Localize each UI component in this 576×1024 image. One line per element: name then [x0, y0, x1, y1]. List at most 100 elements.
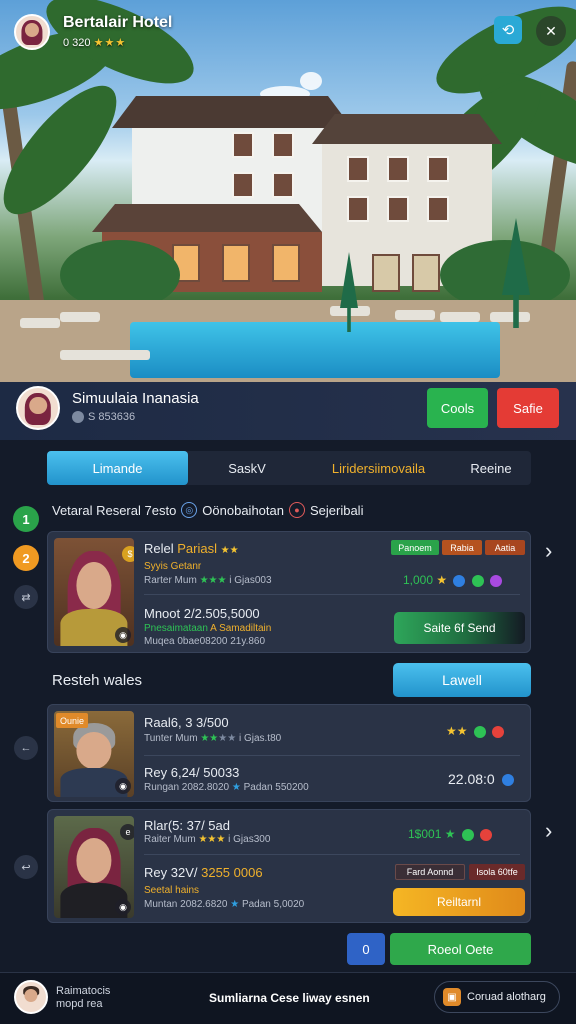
price-star: ★: [436, 573, 448, 587]
tab-saskv[interactable]: SaskV: [188, 451, 306, 485]
porch-roof: [92, 204, 322, 232]
share-icon[interactable]: ⟲: [494, 16, 522, 44]
section-link-1[interactable]: Oönobaihotan: [202, 503, 284, 518]
sub-stars-dim: ★★: [218, 733, 237, 744]
lit-window: [222, 244, 250, 282]
hotel-avatar[interactable]: [14, 14, 50, 50]
window: [347, 196, 369, 222]
sub2-stars: ★★★: [199, 575, 227, 586]
card2-sub: Tunter Mum ★★★★ i Gjas.t80: [144, 733, 281, 744]
step-2-badge[interactable]: 2: [13, 545, 39, 571]
rating-stars: ★★★: [93, 37, 127, 49]
hotel-rating: 0 320 ★★★: [63, 36, 126, 49]
price-value: 1,000: [403, 573, 434, 587]
section-link-2[interactable]: Sejeribali: [310, 503, 363, 518]
tag-green: Panoem: [391, 540, 439, 555]
camera-icon[interactable]: ◉: [115, 627, 131, 643]
send-button[interactable]: Saite 6f Send: [394, 612, 525, 644]
window: [272, 132, 294, 158]
globe-icon: ◎: [181, 502, 198, 518]
chevron-right-icon[interactable]: ›: [545, 538, 552, 564]
avatar-face: [29, 396, 47, 415]
divider: [144, 594, 520, 595]
chip-2[interactable]: Isola 60tfe: [469, 864, 525, 880]
cloud: [300, 72, 322, 90]
sub-label: Tunter Mum: [144, 733, 198, 744]
listing-card-1[interactable]: ◉ $ Relel Pariasl ★★ Syyis Getanr Rarter…: [47, 531, 531, 653]
footer-left-line1: Raimatocis: [56, 985, 111, 997]
profile-avatar[interactable]: [16, 386, 60, 430]
sun-lounger: [490, 312, 530, 322]
line2-sub-a: Rungan 2082.8020: [144, 782, 230, 793]
card2-title: Raal6, 3 3/500: [144, 715, 229, 730]
section-title: Vetaral Reseral 7esto: [52, 502, 177, 518]
card-sub2: Rarter Mum ★★★ i Gjas003: [144, 575, 272, 586]
camera-icon[interactable]: ◉: [115, 778, 131, 794]
footer-avatar[interactable]: [14, 980, 48, 1014]
sub-extra: i Gjas300: [228, 834, 271, 845]
hero-image: Bertalair Hotel 0 320 ★★★ ⟲ ✕: [0, 0, 576, 382]
card2-rating: ★★: [446, 724, 505, 738]
hotel-name: Bertalair Hotel: [63, 14, 173, 31]
back-arrow-icon[interactable]: ←: [14, 736, 38, 760]
sub-stars: ★★: [200, 733, 219, 744]
divider: [144, 755, 520, 756]
divider: [144, 854, 520, 855]
more-icon[interactable]: ✕: [536, 16, 566, 46]
card3-price: 1$001 ★: [408, 827, 493, 841]
rental-button[interactable]: Reiltarnl: [393, 888, 525, 916]
section2-title: Resteh wales: [52, 672, 143, 689]
footer-bar: Raimatocis mopd rea Sumliarna Cese liway…: [0, 972, 576, 1024]
card3-title: Rlar(5: 37/ 5ad: [144, 818, 230, 833]
edit-icon[interactable]: e: [120, 824, 134, 840]
tab-reeine[interactable]: Reeine: [451, 451, 531, 485]
blue-dot-icon: [501, 774, 514, 787]
chevron-right-icon[interactable]: ›: [545, 818, 552, 844]
sub-stars: ★★★: [198, 834, 226, 845]
sun-lounger: [440, 312, 480, 322]
count-button[interactable]: 0: [347, 933, 385, 965]
tab-bar: Limande SaskV Liridersiimovaila Reeine: [47, 451, 531, 485]
profile-sub: S 853636: [72, 411, 135, 423]
line2-sub1a: Pnesaimataan: [144, 623, 208, 634]
green-dot-icon: [473, 725, 486, 738]
card-price: 1,000 ★: [403, 573, 503, 587]
listing-card-3[interactable]: ◉ e Rlar(5: 37/ 5ad Raiter Mum ★★★ i Gja…: [47, 809, 531, 923]
footer-left-line2: mopd rea: [56, 998, 103, 1010]
card3-line2-sub1: Seetal hains: [144, 885, 200, 896]
chip-1[interactable]: Fard Aonnd: [395, 864, 465, 880]
window: [372, 254, 400, 292]
badge-icon: $: [122, 546, 134, 562]
sun-lounger: [20, 318, 60, 328]
swimming-pool: [130, 322, 500, 378]
line2-accent: 3255 0006: [201, 865, 263, 880]
green-dot-icon: [461, 828, 474, 841]
listing-card-2[interactable]: Ounie ◉ Raal6, 3 3/500 Tunter Mum ★★★★ i…: [47, 704, 531, 802]
card2-line2-sub: Rungan 2082.8020 ★ Padan 550200: [144, 782, 309, 793]
tab-liridersiimovaila[interactable]: Liridersiimovaila: [306, 451, 451, 485]
lawell-button[interactable]: Lawell: [393, 663, 531, 697]
photo-face: [76, 731, 112, 770]
sub2-extra: i Gjas003: [229, 575, 272, 586]
purple-dot-icon: [490, 574, 503, 587]
blue-dot-icon: [453, 574, 466, 587]
safie-button[interactable]: Safie: [497, 388, 559, 428]
line2-a: Rey 32V/: [144, 865, 198, 880]
window: [232, 172, 254, 198]
window: [412, 254, 440, 292]
camera-icon[interactable]: ◉: [115, 899, 131, 915]
swap-icon[interactable]: ⇄: [14, 585, 38, 609]
card-name-accent: Pariasl: [177, 541, 217, 556]
cools-button[interactable]: Cools: [427, 388, 488, 428]
back-arrow-icon[interactable]: ↩: [14, 855, 38, 879]
card-line2-sub1: Pnesaimataan A Samadiltain: [144, 623, 271, 634]
cart-button[interactable]: ▣ Coruad alotharg: [434, 981, 560, 1013]
line2-sub2a: Muqea 0bae08200: [144, 636, 228, 647]
red-dot-icon: [492, 725, 505, 738]
step-1-badge[interactable]: 1: [13, 506, 39, 532]
roeol-oete-button[interactable]: Roeol Oete: [390, 933, 531, 965]
line2-sub2b: 21y.860: [230, 636, 266, 647]
section-header: Vetaral Reseral 7esto ◎ Oönobaihotan ● S…: [52, 502, 363, 518]
card3-sub: Raiter Mum ★★★ i Gjas300: [144, 834, 270, 845]
tab-limande[interactable]: Limande: [47, 451, 188, 485]
